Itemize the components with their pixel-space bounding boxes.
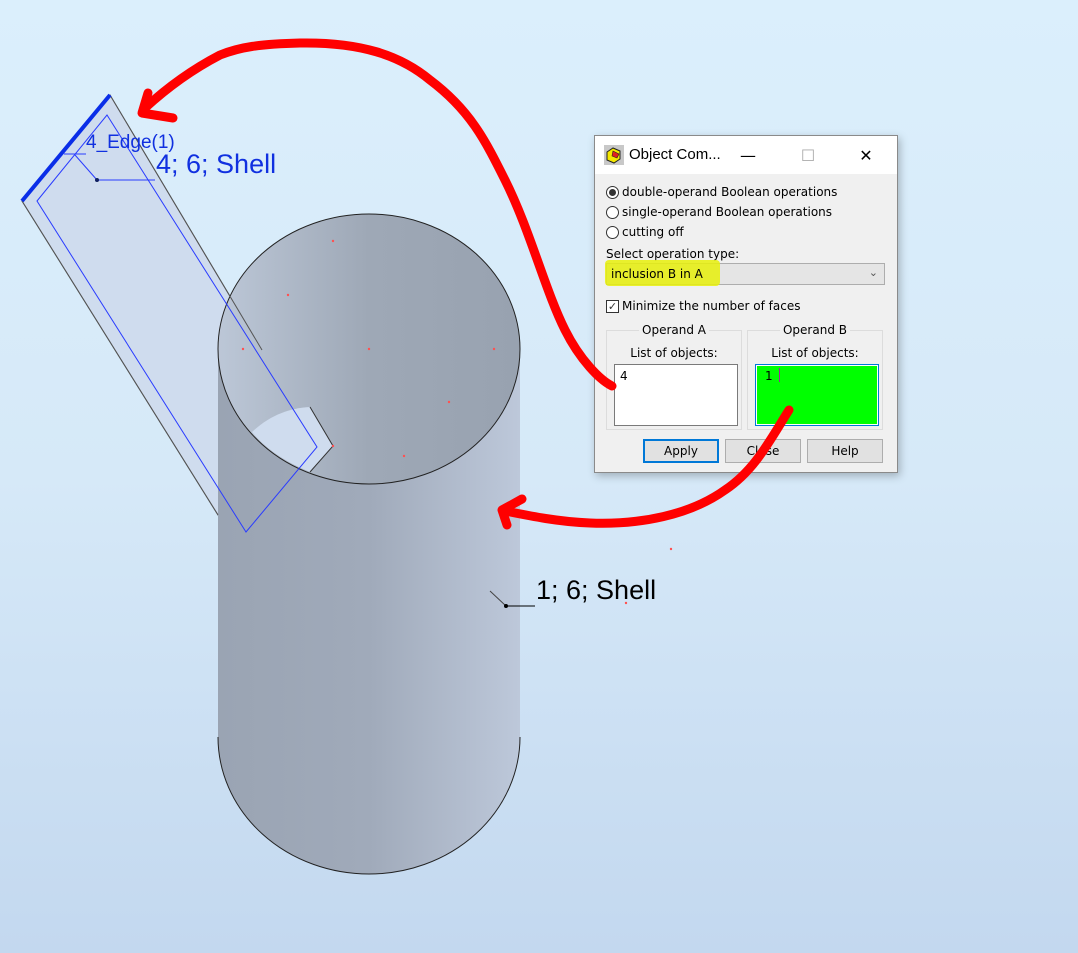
operand-b-value: 1 bbox=[765, 369, 773, 383]
help-button[interactable]: Help bbox=[807, 439, 883, 463]
radio-label: cutting off bbox=[622, 225, 684, 239]
operation-type-select[interactable]: inclusion B in A ⌄ bbox=[605, 260, 885, 286]
minimize-faces-checkbox[interactable]: ✓ bbox=[606, 299, 619, 313]
apply-button[interactable]: Apply bbox=[643, 439, 719, 463]
operand-a-title: Operand A bbox=[639, 323, 709, 337]
close-icon: ✕ bbox=[859, 145, 873, 165]
radio-button[interactable] bbox=[606, 205, 619, 219]
radio-label: double-operand Boolean operations bbox=[622, 185, 838, 199]
operand-b-list-input[interactable]: 1 bbox=[755, 364, 879, 426]
3d-viewport[interactable]: 4_Edge(1) 4; 6; Shell 1; 6; Shell bbox=[0, 0, 1078, 953]
operation-type-label: Select operation type: bbox=[606, 247, 740, 261]
minimize-icon: — bbox=[740, 145, 756, 165]
dialog-title: Object Com... bbox=[629, 146, 721, 163]
radio-cutting-off[interactable]: cutting off bbox=[606, 225, 684, 239]
operand-b-group: Operand B List of objects: 1 bbox=[747, 323, 883, 430]
cylinder-shell[interactable] bbox=[217, 213, 521, 875]
operand-a-list-label: List of objects: bbox=[630, 346, 718, 360]
radio-button[interactable] bbox=[606, 225, 619, 239]
maximize-button[interactable]: ☐ bbox=[785, 136, 831, 174]
operand-a-value: 4 bbox=[620, 369, 628, 383]
operand-b-list-label: List of objects: bbox=[771, 346, 859, 360]
close-button[interactable]: Close bbox=[725, 439, 801, 463]
radio-single-operand[interactable]: single-operand Boolean operations bbox=[606, 205, 832, 219]
plate-shell-label: 4; 6; Shell bbox=[156, 149, 277, 179]
minimize-button[interactable]: — bbox=[725, 136, 771, 174]
close-window-button[interactable]: ✕ bbox=[843, 136, 889, 174]
maximize-icon: ☐ bbox=[800, 145, 816, 165]
radio-double-operand[interactable]: double-operand Boolean operations bbox=[606, 185, 837, 199]
operand-b-title: Operand B bbox=[779, 323, 850, 337]
operation-type-value: inclusion B in A bbox=[611, 267, 703, 281]
check-icon: ✓ bbox=[607, 299, 618, 313]
object-combination-icon bbox=[604, 145, 624, 165]
operand-a-group: Operand A List of objects: 4 bbox=[606, 323, 742, 430]
dialog-titlebar[interactable]: Object Com... — ☐ ✕ bbox=[595, 136, 897, 174]
cylinder-shell-label: 1; 6; Shell bbox=[536, 575, 657, 605]
text-caret bbox=[779, 368, 780, 382]
radio-label: single-operand Boolean operations bbox=[622, 205, 833, 219]
object-combination-dialog: Object Com... — ☐ ✕ double-operand Boole… bbox=[594, 135, 898, 473]
operand-a-list-input[interactable]: 4 bbox=[614, 364, 738, 426]
minimize-faces-label: Minimize the number of faces bbox=[622, 299, 801, 313]
minimize-faces-checkbox-row[interactable]: ✓ Minimize the number of faces bbox=[606, 299, 801, 313]
radio-button-checked[interactable] bbox=[606, 185, 619, 199]
chevron-down-icon: ⌄ bbox=[868, 266, 878, 279]
